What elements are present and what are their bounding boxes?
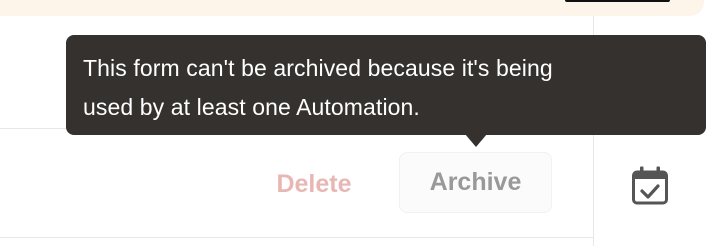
delete-button[interactable]: Delete bbox=[262, 155, 366, 213]
archive-button[interactable]: Archive bbox=[399, 152, 552, 213]
tooltip-arrow bbox=[465, 134, 487, 147]
banner-button-edge[interactable] bbox=[565, 0, 670, 2]
notification-banner bbox=[0, 0, 704, 16]
calendar-check-icon[interactable] bbox=[630, 164, 670, 206]
tooltip-line-1: This form can't be archived because it's… bbox=[83, 55, 553, 81]
tooltip-line-2: used by at least one Automation. bbox=[83, 94, 420, 120]
archive-disabled-tooltip: This form can't be archived because it's… bbox=[66, 35, 706, 135]
row-divider-bottom bbox=[0, 237, 593, 238]
